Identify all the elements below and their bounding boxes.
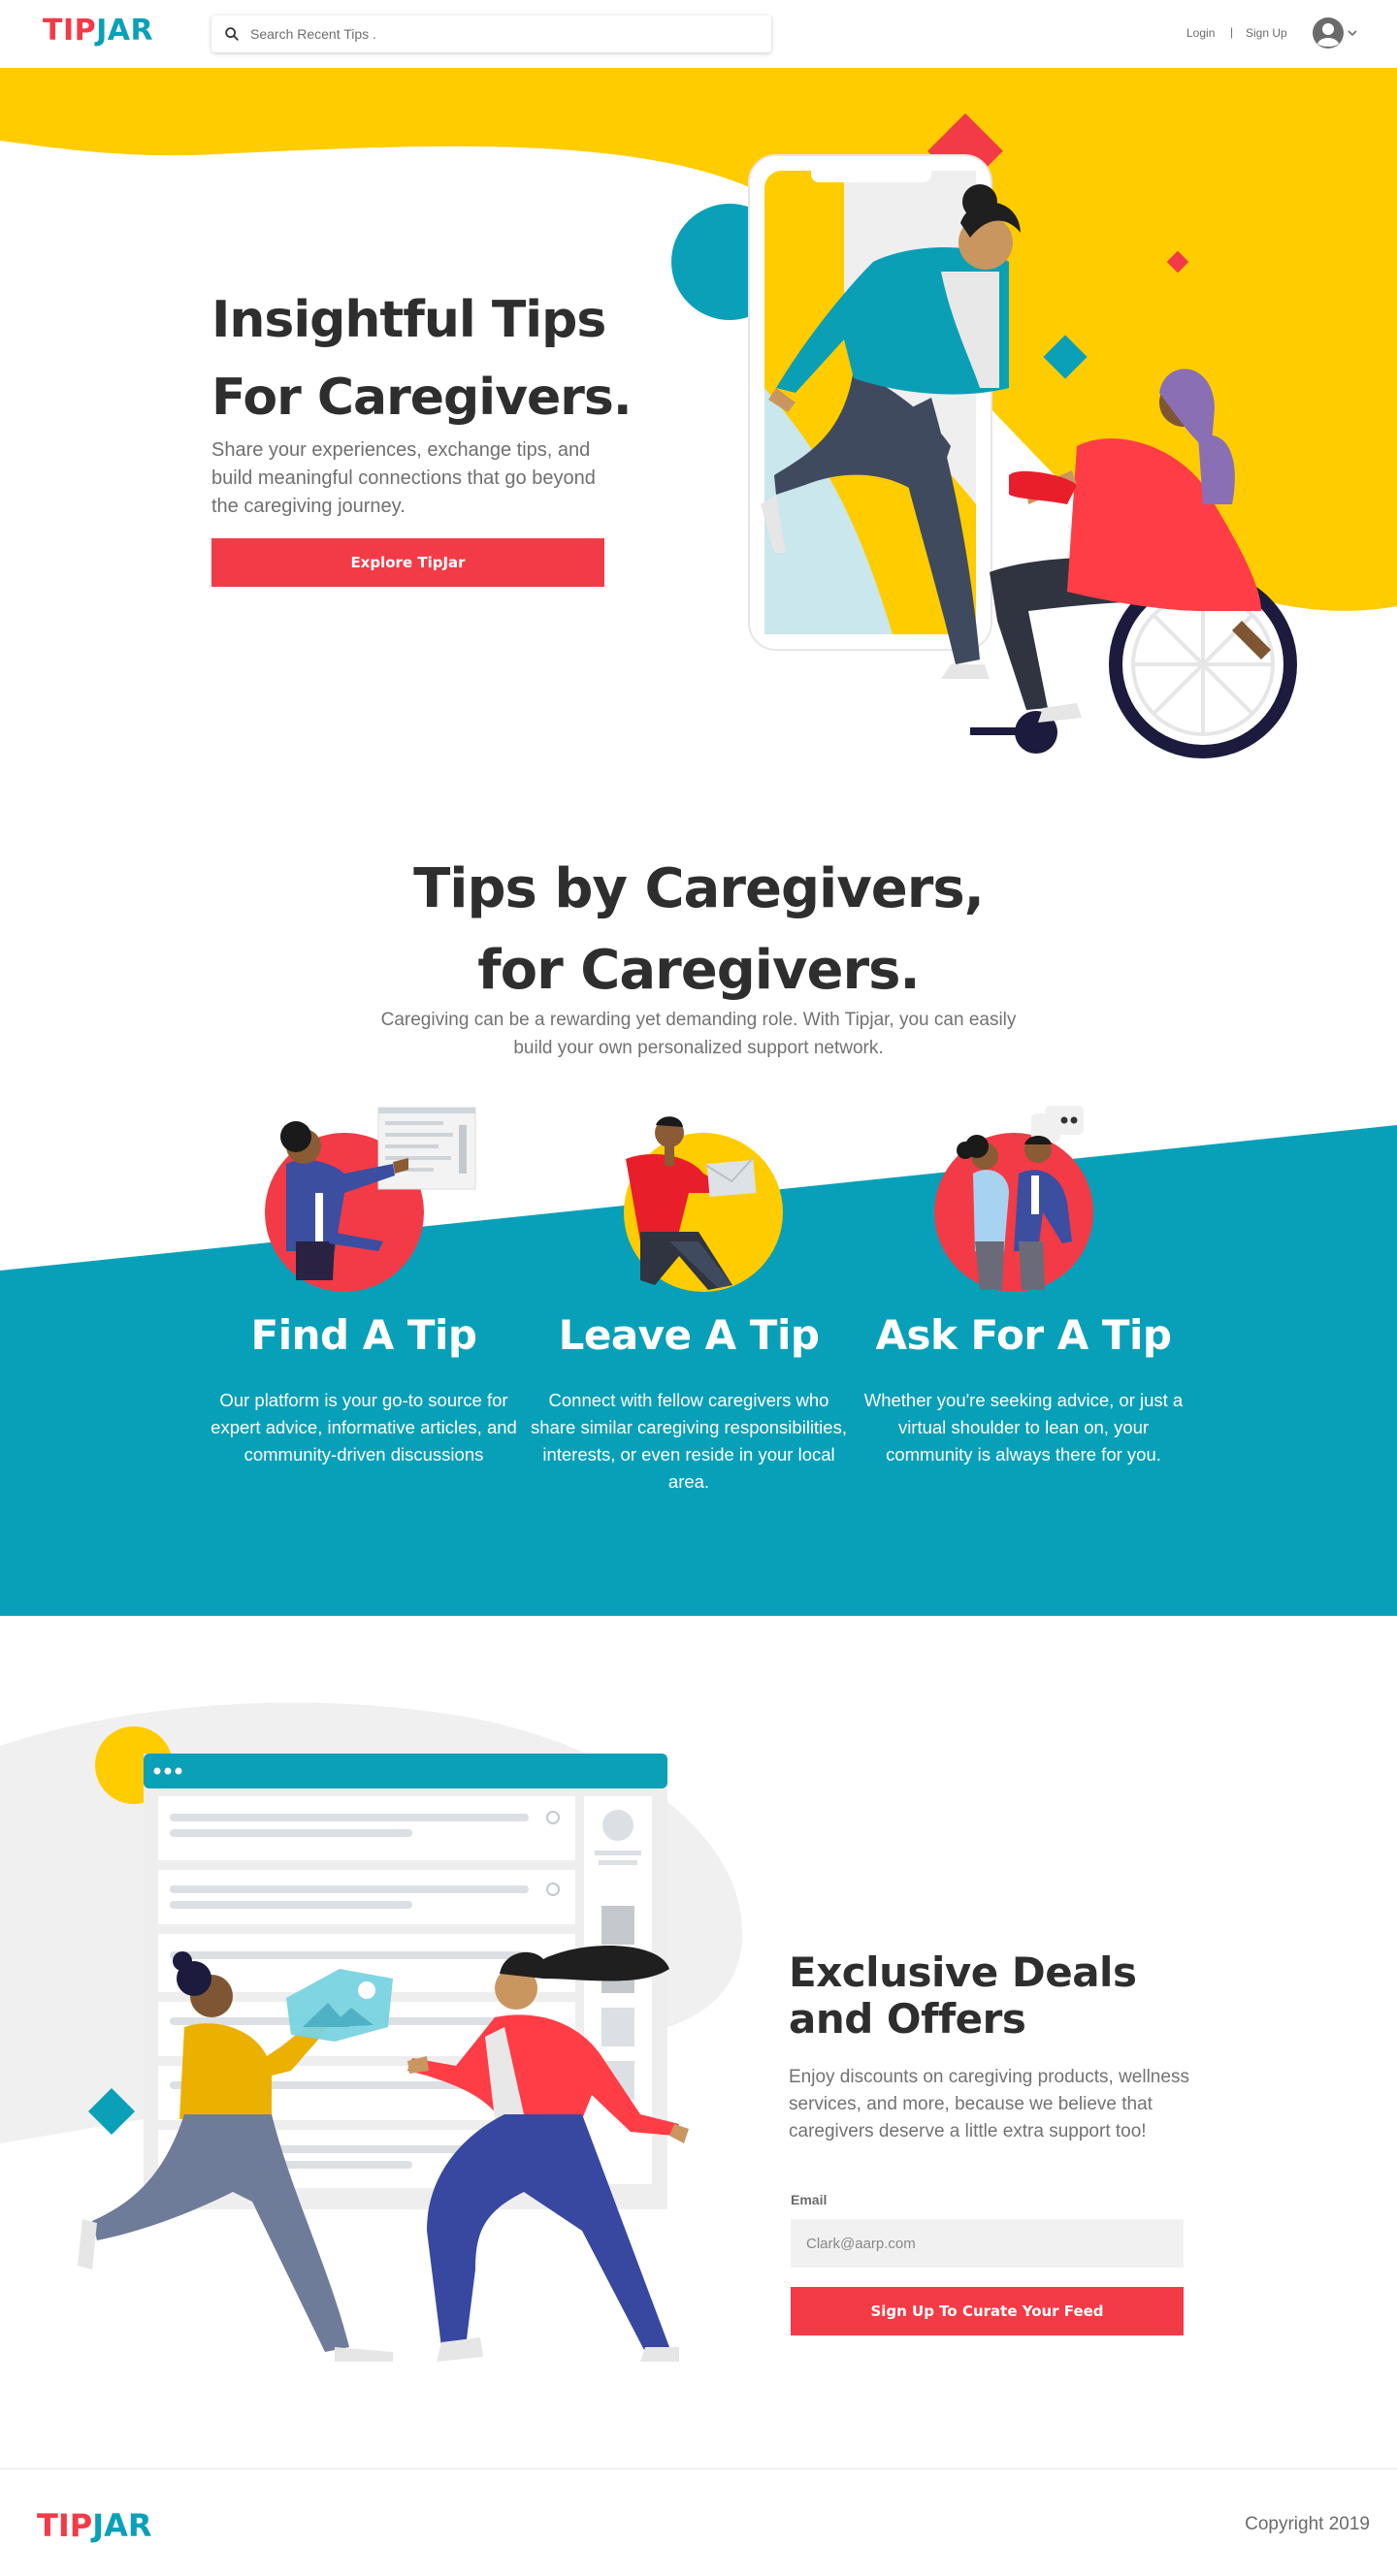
tipjar-logo[interactable]: TIPJAR [43,14,153,48]
feature-description: Whether you're seeking advice, or just a… [863,1390,1184,1465]
feature-description: Connect with fellow caregivers who share… [531,1390,847,1492]
logo-tip-text: TIP [43,14,97,48]
search-icon [225,27,239,41]
find-tip-illustration [265,1107,476,1292]
email-label: Email [791,2192,828,2207]
hero-title-line2: For Caregivers. [211,369,633,427]
tips-section-subtitle: Caregiving can be a rewarding yet demand… [380,1010,1017,1058]
feature-description: Our platform is your go-to source for ex… [211,1390,517,1465]
feature-title: Leave A Tip [558,1311,820,1359]
search-input[interactable] [250,16,755,52]
email-field[interactable] [791,2219,1184,2268]
footer-divider [0,2468,1397,2469]
signup-curate-feed-button[interactable]: Sign Up To Curate Your Feed [791,2287,1184,2335]
login-link[interactable]: Login [1186,26,1215,40]
user-avatar-icon[interactable] [1312,16,1345,49]
deals-illustration [0,1702,743,2362]
footer-logo-tip-text: TIP [37,2507,93,2544]
footer-logo[interactable]: TIPJAR [37,2507,152,2544]
ask-tip-illustration [934,1106,1093,1292]
hero-caregivers-illustration [671,113,1297,758]
logo-jar-text: JAR [96,14,154,48]
feature-title: Ask For A Tip [875,1311,1172,1359]
leave-tip-illustration [624,1116,783,1292]
hero-subtitle: Share your experiences, exchange tips, a… [211,439,596,517]
tips-section-title: Tips by Caregivers, for Caregivers. [0,849,1397,1012]
feature-title: Find A Tip [250,1311,477,1359]
top-navbar: TIPJAR Login | Sign Up [0,0,1397,68]
deals-subtitle: Enjoy discounts on caregiving products, … [789,2067,1189,2141]
hero-title: Insightful Tips For Caregivers. [211,281,658,436]
chevron-down-icon[interactable] [1347,29,1358,37]
tips-title-line1: Tips by Caregivers, [413,857,985,920]
copyright-text: Copyright 2019 [1245,2514,1370,2534]
footer-logo-jar-text: JAR [92,2507,152,2544]
hero-title-line1: Insightful Tips [211,291,606,349]
tips-title-line2: for Caregivers. [477,939,920,1002]
nav-separator: | [1230,25,1234,39]
signup-link[interactable]: Sign Up [1246,26,1287,40]
explore-tipjar-button[interactable]: Explore TipJar [211,538,604,587]
deals-title: Exclusive Deals and Offers [789,1948,1137,2043]
search-bar[interactable] [211,16,771,52]
